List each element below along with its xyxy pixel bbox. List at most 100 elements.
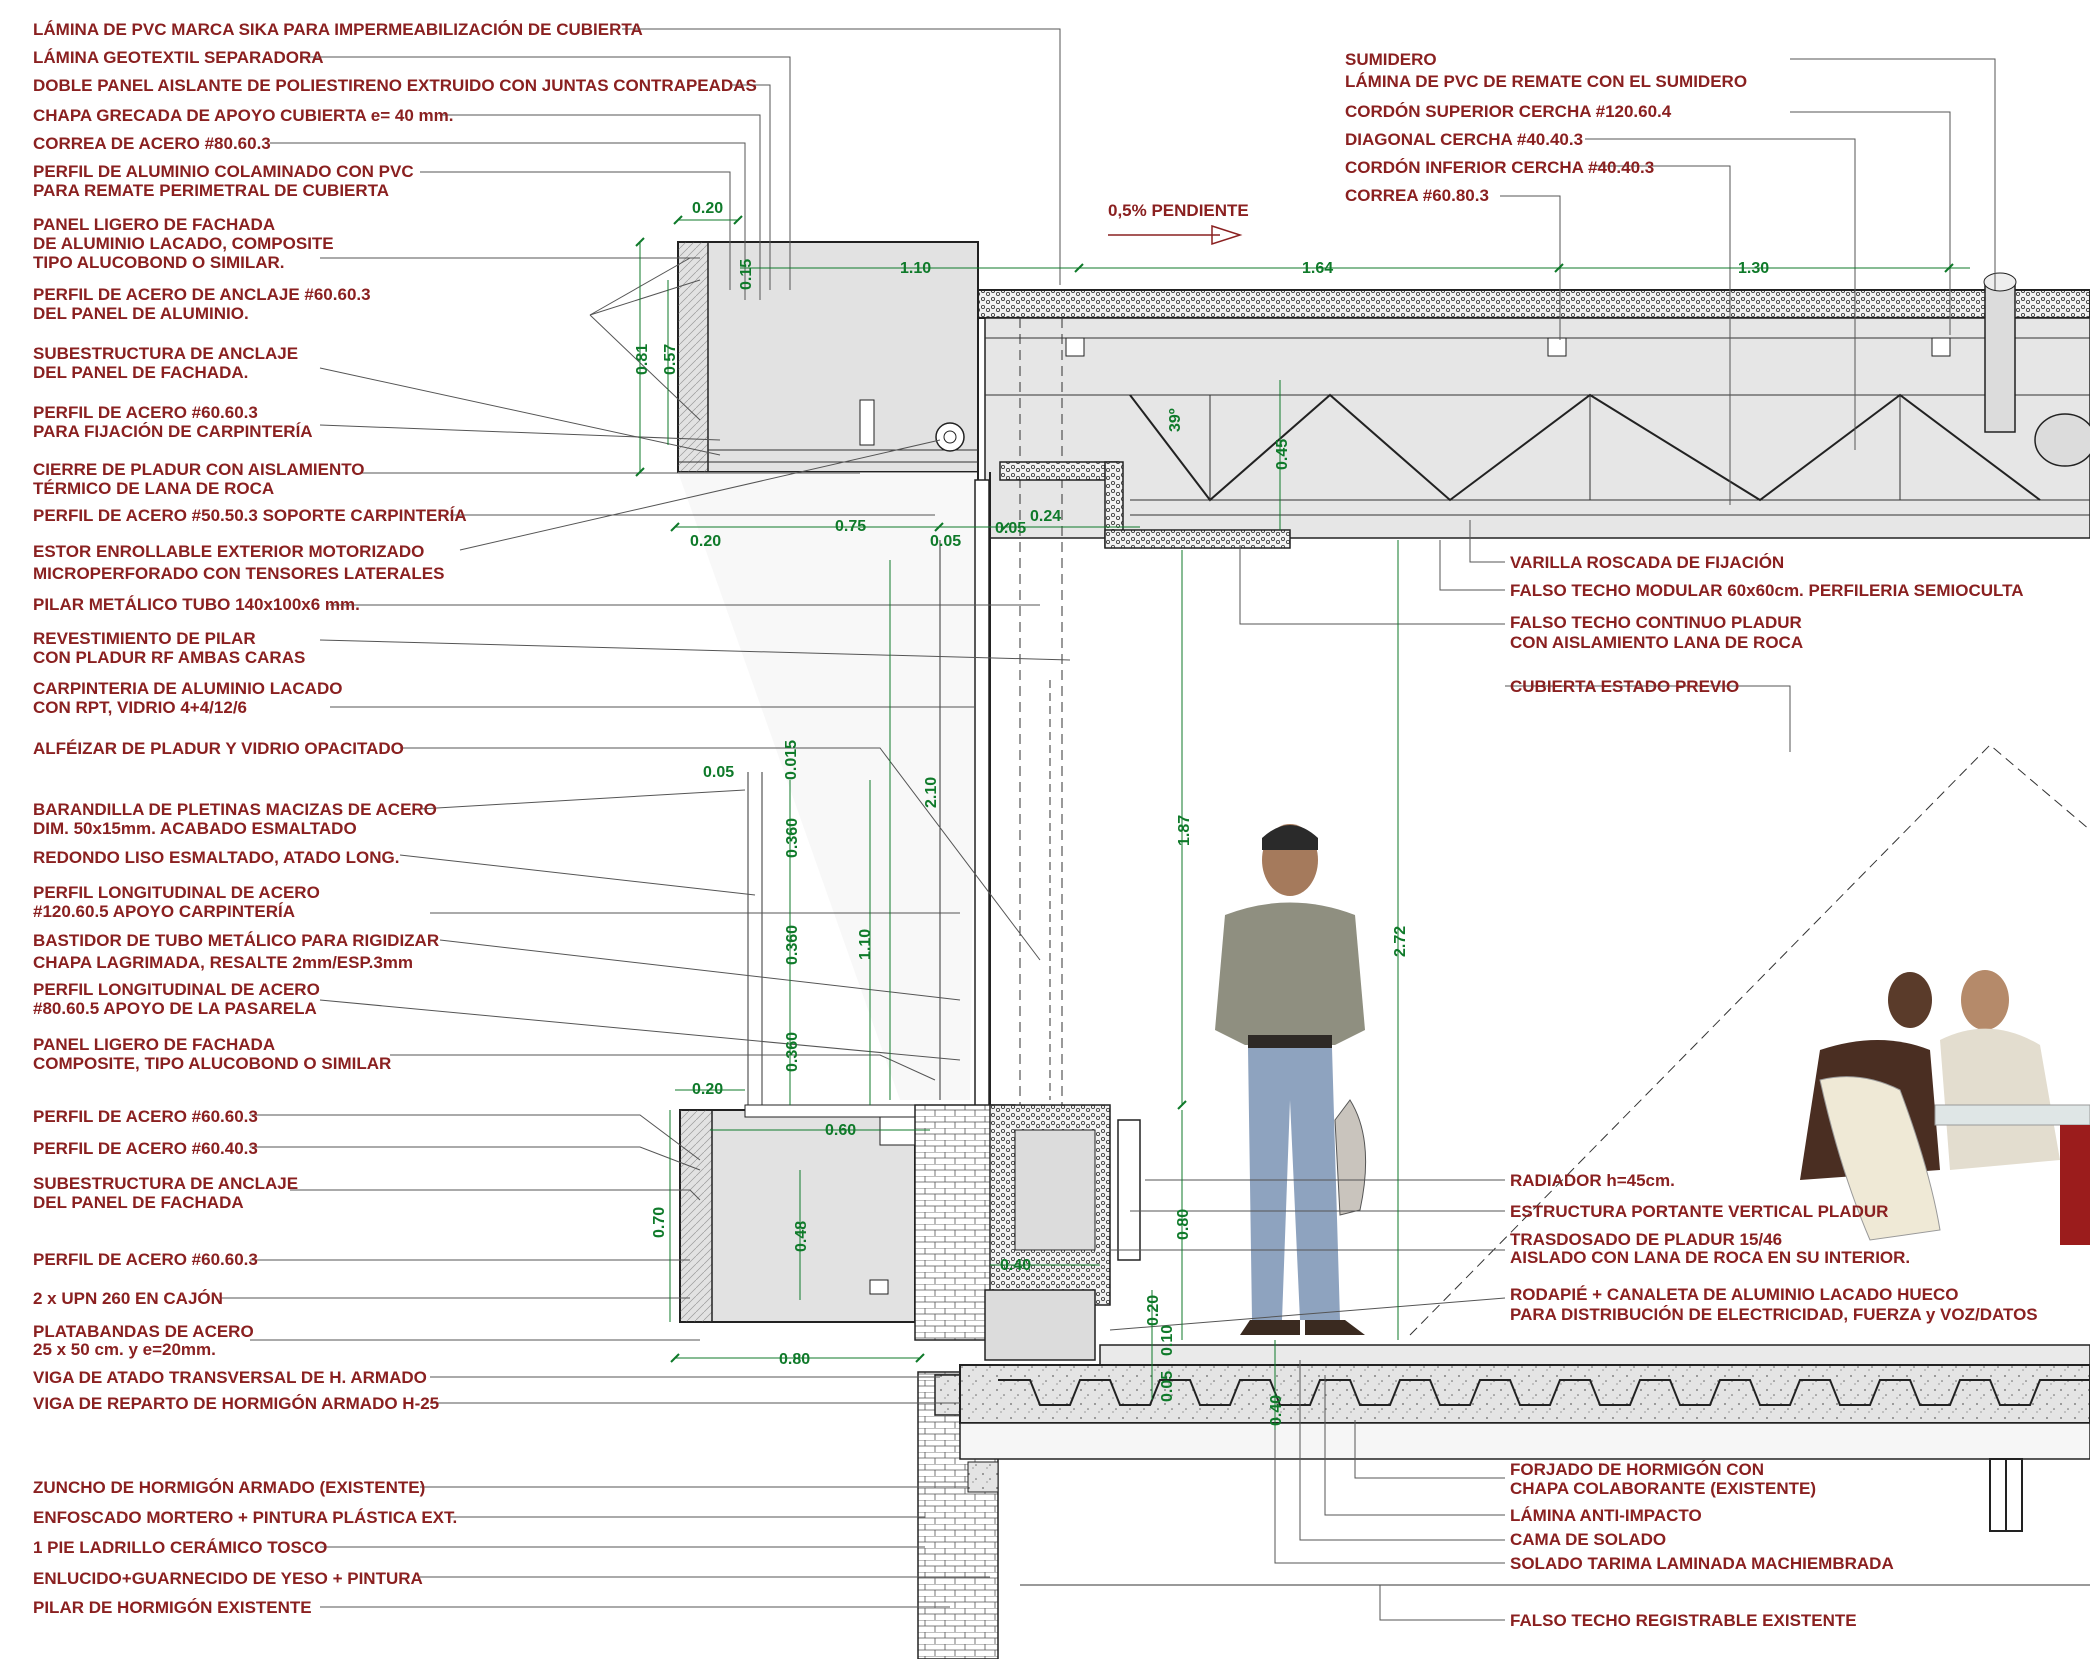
label-left: CHAPA GRECADA DE APOYO CUBIERTA e= 40 mm… bbox=[33, 106, 454, 125]
label-left: DOBLE PANEL AISLANTE DE POLIESTIRENO EXT… bbox=[33, 76, 757, 95]
label-right: CAMA DE SOLADO bbox=[1510, 1530, 1666, 1549]
label-left: BASTIDOR DE TUBO METÁLICO PARA RIGIDIZAR… bbox=[33, 931, 439, 972]
slope-arrow bbox=[1108, 224, 1243, 246]
dimension-value: 0.015 bbox=[783, 740, 800, 780]
dimension-value: 0.360 bbox=[784, 925, 801, 965]
dimension-value: 0.57 bbox=[662, 344, 679, 375]
label-left: LÁMINA GEOTEXTIL SEPARADORA bbox=[33, 48, 324, 67]
label-left: ESTOR ENROLLABLE EXTERIOR MOTORIZADO MICR… bbox=[33, 542, 444, 583]
label-left: SUBESTRUCTURA DE ANCLAJE DEL PANEL DE FAC… bbox=[33, 1174, 298, 1212]
dimension-value: 0.05 bbox=[995, 520, 1026, 537]
window-frame bbox=[974, 479, 990, 1121]
dimension-value: 1.10 bbox=[857, 929, 874, 960]
label-left: LÁMINA DE PVC MARCA SIKA PARA IMPERMEABI… bbox=[33, 20, 643, 39]
dimension-value: 1.87 bbox=[1176, 815, 1193, 846]
roof-truss-zone bbox=[984, 317, 2090, 539]
dimension-value: 1.10 bbox=[900, 260, 931, 277]
label-left: PILAR METÁLICO TUBO 140x100x6 mm. bbox=[33, 595, 360, 614]
roller-blind-motor bbox=[935, 422, 965, 452]
dimension-value: 0.05 bbox=[930, 533, 961, 550]
label-right: VARILLA ROSCADA DE FIJACIÓN bbox=[1510, 553, 1784, 572]
label-right: SOLADO TARIMA LAMINADA MACHIEMBRADA bbox=[1510, 1554, 1894, 1573]
label-left: PERFIL DE ALUMINIO COLAMINADO CON PVC PAR… bbox=[33, 162, 414, 200]
label-left: ALFÉIZAR DE PLADUR Y VIDRIO OPACITADO bbox=[33, 739, 404, 758]
label-left: PILAR DE HORMIGÓN EXISTENTE bbox=[33, 1598, 312, 1617]
dimension-value: 0.81 bbox=[634, 344, 651, 375]
label-right: LÁMINA ANTI-IMPACTO bbox=[1510, 1506, 1702, 1525]
dimension-value: 0.20 bbox=[690, 533, 721, 550]
label-left: ENLUCIDO+GUARNECIDO DE YESO + PINTURA bbox=[33, 1569, 423, 1588]
dimension-value: 0.75 bbox=[835, 518, 866, 535]
label-left: PERFIL DE ACERO #60.60.3 bbox=[33, 1107, 258, 1126]
composite-slab bbox=[959, 1364, 2090, 1424]
label-left: PANEL LIGERO DE FACHADA DE ALUMINIO LACAD… bbox=[33, 215, 334, 272]
dimension-value: 2.72 bbox=[1392, 926, 1409, 957]
label-left: REDONDO LISO ESMALTADO, ATADO LONG. bbox=[33, 848, 399, 867]
label-left: REVESTIMIENTO DE PILAR CON PLADUR RF AMBA… bbox=[33, 629, 305, 667]
dimension-value: 0.15 bbox=[738, 259, 755, 290]
label-left: PERFIL DE ACERO #50.50.3 SOPORTE CARPINT… bbox=[33, 506, 467, 525]
insulated-pillar-cladding bbox=[999, 461, 1119, 481]
label-left: SUBESTRUCTURA DE ANCLAJE DEL PANEL DE FAC… bbox=[33, 344, 298, 382]
dimension-value: 0.45 bbox=[1274, 439, 1291, 470]
label-top-right: SUMIDERO LÁMINA DE PVC DE REMATE CON EL S… bbox=[1345, 50, 1747, 91]
label-left: CIERRE DE PLADUR CON AISLAMIENTO TÉRMICO … bbox=[33, 460, 365, 498]
dimension-value: 0.48 bbox=[793, 1221, 810, 1252]
label-right: TRASDOSADO DE PLADUR 15/46 AISLADO CON LA… bbox=[1510, 1230, 1910, 1267]
top-right-labels: SUMIDERO LÁMINA DE PVC DE REMATE CON EL S… bbox=[1345, 50, 1747, 205]
angle-annotation: 39º bbox=[1167, 408, 1184, 432]
label-left: 2 x UPN 260 EN CAJÓN bbox=[33, 1289, 223, 1308]
label-right: FORJADO DE HORMIGÓN CON CHAPA COLABORANTE… bbox=[1510, 1460, 1816, 1498]
label-left: PERFIL DE ACERO #60.60.3 PARA FIJACIÓN DE… bbox=[33, 403, 313, 441]
label-top-right: CORDÓN SUPERIOR CERCHA #120.60.4 bbox=[1345, 102, 1672, 121]
label-left: ENFOSCADO MORTERO + PINTURA PLÁSTICA EXT… bbox=[33, 1508, 457, 1527]
dimension-value: 0.20 bbox=[692, 1081, 723, 1098]
dimension-value: 0.80 bbox=[1175, 1209, 1192, 1240]
label-left: VIGA DE ATADO TRANSVERSAL DE H. ARMADO bbox=[33, 1368, 427, 1387]
label-left: CORREA DE ACERO #80.60.3 bbox=[33, 134, 271, 153]
label-left: PANEL LIGERO DE FACHADA COMPOSITE, TIPO A… bbox=[33, 1035, 391, 1073]
label-left: CARPINTERIA DE ALUMINIO LACADO CON RPT, V… bbox=[33, 679, 342, 717]
dimension-value: 0.20 bbox=[1145, 1295, 1162, 1326]
dimension-value: 0.360 bbox=[784, 1032, 801, 1072]
dimension-value: 1.30 bbox=[1738, 260, 1769, 277]
label-left: VIGA DE REPARTO DE HORMIGÓN ARMADO H-25 bbox=[33, 1394, 439, 1413]
dimension-value: 0.40 bbox=[1268, 1395, 1285, 1426]
label-right: ESTRUCTURA PORTANTE VERTICAL PLADUR bbox=[1510, 1202, 1888, 1221]
dimension-value: 0.70 bbox=[651, 1207, 668, 1238]
dimension-value: 0.40 bbox=[1000, 1257, 1031, 1274]
label-right: CUBIERTA ESTADO PREVIO bbox=[1510, 677, 1739, 696]
dimension-value: 0.05 bbox=[703, 764, 734, 781]
label-right: FALSO TECHO REGISTRABLE EXISTENTE bbox=[1510, 1611, 1857, 1630]
label-right: FALSO TECHO CONTINUO PLADUR CON AISLAMIEN… bbox=[1510, 613, 1803, 652]
label-left: PERFIL DE ACERO DE ANCLAJE #60.60.3 DEL P… bbox=[33, 285, 371, 323]
label-left: PERFIL DE ACERO #60.60.3 bbox=[33, 1250, 258, 1269]
label-top-right: DIAGONAL CERCHA #40.40.3 bbox=[1345, 130, 1583, 149]
dimension-value: 1.64 bbox=[1302, 260, 1333, 277]
dimension-value: 0.80 bbox=[779, 1351, 810, 1368]
label-top-right: CORREA #60.80.3 bbox=[1345, 186, 1489, 205]
label-left: PERFIL DE ACERO #60.40.3 bbox=[33, 1139, 258, 1158]
dimension-value: 0.60 bbox=[825, 1122, 856, 1139]
label-left: ZUNCHO DE HORMIGÓN ARMADO (EXISTENTE) bbox=[33, 1478, 425, 1497]
floor-finish bbox=[1099, 1344, 2090, 1366]
upper-overhang-box bbox=[677, 241, 979, 473]
dimension-value: 0.10 bbox=[1159, 1325, 1176, 1356]
construction-section-detail: LÁMINA DE PVC MARCA SIKA PARA IMPERMEABI… bbox=[33, 20, 2090, 1659]
label-left: 1 PIE LADRILLO CERÁMICO TOSCO bbox=[33, 1538, 327, 1557]
label-right: FALSO TECHO MODULAR 60x60cm. PERFILERIA … bbox=[1510, 581, 2024, 600]
dimension-value: 0.360 bbox=[784, 818, 801, 858]
label-left: PERFIL LONGITUDINAL DE ACERO #80.60.5 APO… bbox=[33, 980, 320, 1018]
dimension-value: 2.10 bbox=[923, 777, 940, 808]
slope-annotation: 0,5% PENDIENTE bbox=[1108, 201, 1249, 220]
radiator bbox=[1117, 1119, 1141, 1261]
drain-pipe bbox=[1984, 281, 2016, 433]
dimension-value: 0.05 bbox=[1159, 1371, 1176, 1402]
standing-man bbox=[1215, 824, 1367, 1335]
label-right: RODAPIÉ + CANALETA DE ALUMINIO LACADO HU… bbox=[1510, 1285, 2038, 1324]
label-right: RADIADOR h=45cm. bbox=[1510, 1171, 1675, 1190]
dimension-value: 0.24 bbox=[1030, 508, 1061, 525]
label-left: PERFIL LONGITUDINAL DE ACERO #120.60.5 AP… bbox=[33, 883, 320, 921]
label-top-right: CORDÓN INFERIOR CERCHA #40.40.3 bbox=[1345, 158, 1654, 177]
label-left: PLATABANDAS DE ACERO 25 x 50 cm. y e=20mm… bbox=[33, 1322, 254, 1359]
